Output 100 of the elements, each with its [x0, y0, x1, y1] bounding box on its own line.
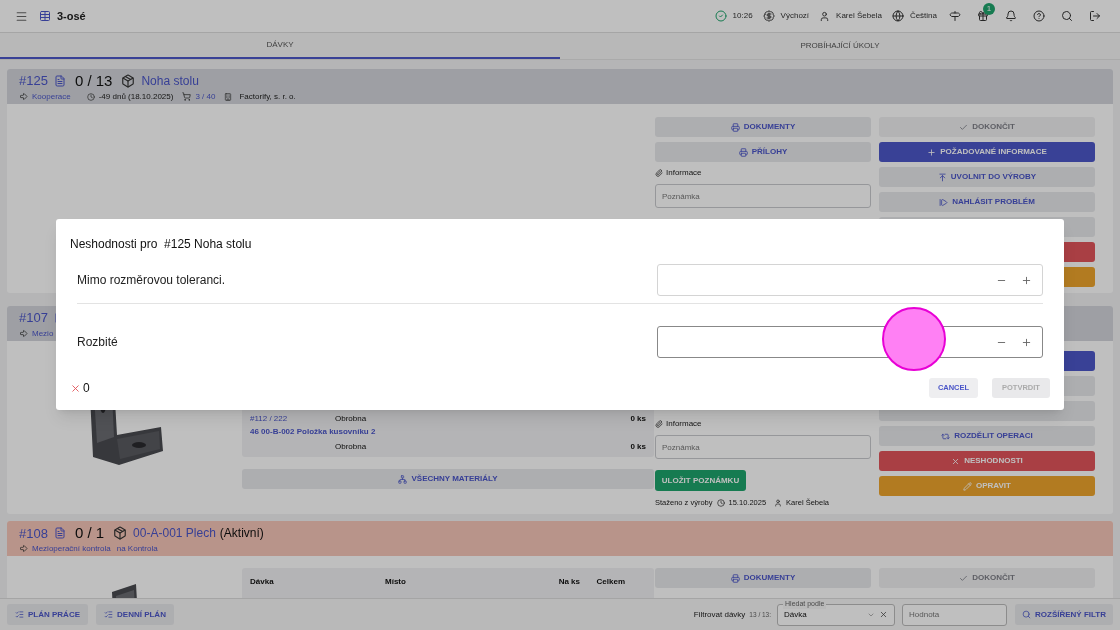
batch-state: (Aktivní)	[219, 525, 264, 543]
action-button[interactable]: UVOLNIT DO VÝROBY	[879, 167, 1095, 187]
advanced-filter-button[interactable]: ROZŠÍŘENÝ FILTR	[1015, 604, 1113, 625]
close-icon	[70, 382, 81, 394]
supplier-text: Factorify, s. r. o.	[239, 90, 296, 103]
table-cell-text: Obrobna	[335, 413, 368, 425]
table-cell[interactable]: #112 / 222	[250, 413, 335, 425]
plus-icon[interactable]	[1021, 336, 1032, 348]
repeat-icon	[941, 431, 951, 441]
defect-label: Mimo rozměrovou toleranci.	[77, 272, 227, 289]
batch-number[interactable]: #107	[19, 308, 48, 328]
paperclip-icon	[655, 169, 663, 177]
column-header: Na ks	[557, 576, 580, 589]
column-header: Místo	[385, 576, 407, 589]
all-materials-button[interactable]: VŠECHNY MATERIÁLY	[242, 469, 654, 489]
notification-badge: 1	[983, 3, 995, 15]
building-icon	[224, 92, 233, 101]
clock-icon	[716, 498, 725, 507]
table-cell: 0 ks	[630, 441, 646, 453]
column-header: Celkem	[595, 576, 625, 589]
batch-count: 0 / 1	[74, 523, 105, 543]
action-button[interactable]: POŽADOVANÉ INFORMACE	[879, 142, 1095, 162]
filter-label: Filtrovat dávky	[693, 608, 746, 621]
value-field[interactable]: Hodnota	[902, 603, 1008, 626]
operation-link[interactable]: Mezioperační kontrola	[32, 542, 111, 555]
check-icon	[959, 573, 969, 583]
batch-count: 0 / 13	[74, 70, 113, 91]
user-icon	[774, 498, 783, 507]
arrow-right-icon	[19, 329, 28, 338]
material-link[interactable]: 46 00-B-002 Položka kusovníku 2	[250, 426, 646, 440]
action-button[interactable]: NAHLÁSIT PROBLÉM	[879, 192, 1095, 212]
signpost-icon[interactable]	[949, 10, 961, 22]
document-icon	[53, 527, 66, 540]
list-icon	[15, 610, 24, 619]
printer-icon	[738, 147, 748, 157]
user-name[interactable]: Karel Šebela	[836, 10, 882, 22]
list-icon	[104, 610, 113, 619]
place-link[interactable]: na Kontrola	[116, 542, 158, 555]
step-forward-icon	[939, 197, 949, 207]
info-label: Informace	[666, 418, 702, 430]
check-circle-icon	[714, 10, 727, 22]
arrow-right-icon	[19, 544, 28, 554]
user-icon[interactable]	[819, 10, 831, 22]
clear-icon[interactable]	[879, 610, 889, 619]
help-icon[interactable]	[1033, 10, 1045, 22]
batch-number[interactable]: #108	[19, 523, 48, 543]
check-icon	[959, 122, 969, 132]
batch-number[interactable]: #125	[19, 71, 48, 91]
printer-icon	[730, 573, 740, 583]
menu-icon[interactable]	[15, 9, 28, 23]
tab[interactable]: PROBÍHAJÍCÍ ÚKOLY	[560, 33, 1120, 59]
clock-icon	[86, 92, 95, 101]
action-button[interactable]: ROZDĚLIT OPERACI	[879, 426, 1095, 446]
note-field[interactable]: Poznámka	[655, 184, 871, 208]
info-label: Informace	[666, 167, 702, 179]
plus-icon[interactable]	[1021, 274, 1032, 286]
printer-icon	[730, 122, 740, 132]
product-link[interactable]: Noha stolu	[141, 72, 199, 90]
plan-button[interactable]: PLÁN PRÁCE	[7, 604, 88, 625]
tab[interactable]: DÁVKY	[0, 33, 560, 59]
product-link[interactable]: 00-A-001 Plech	[133, 524, 216, 543]
plus-icon	[927, 147, 937, 157]
column-header: Dávka	[250, 576, 275, 589]
hierarchy-icon	[398, 474, 408, 484]
globe-icon[interactable]	[891, 10, 904, 22]
action-button[interactable]: NESHODNOSTI	[879, 451, 1095, 471]
save-note-button[interactable]: ULOŽIT POZNÁMKU	[655, 470, 746, 491]
search-icon	[1022, 610, 1032, 619]
table-cell: 0 ks	[630, 413, 646, 425]
operation-link[interactable]: Mezio	[32, 327, 54, 340]
pencil-icon	[963, 481, 972, 491]
upload-icon	[937, 172, 947, 182]
operation-link[interactable]: Kooperace	[32, 90, 71, 103]
bell-icon[interactable]	[1005, 10, 1017, 22]
cart-count[interactable]: 3 / 40	[195, 90, 216, 103]
action-button[interactable]: PŘÍLOHY	[655, 142, 871, 162]
gift-icon[interactable]	[977, 10, 989, 22]
action-button[interactable]: DOKUMENTY	[655, 117, 871, 137]
action-button[interactable]: DOKUMENTY	[655, 568, 871, 589]
close-icon	[951, 456, 961, 466]
plan-button[interactable]: DENNÍ PLÁN	[96, 604, 174, 625]
language-name[interactable]: Čeština	[909, 10, 937, 22]
table-cell-text: Obrobna	[335, 441, 368, 453]
package-icon	[121, 74, 136, 88]
package-icon	[113, 526, 128, 541]
document-icon	[53, 75, 66, 87]
clock-time: 10:26	[732, 10, 753, 22]
search-icon[interactable]	[1061, 10, 1073, 22]
logout-icon[interactable]	[1089, 10, 1101, 22]
deadline-text: -49 dnů (18.10.2025)	[98, 90, 174, 103]
dialog-title: Neshodnosti pro #125 Noha stolu	[69, 236, 253, 251]
arrow-right-icon	[19, 92, 28, 101]
profile-name[interactable]: Výchozí	[780, 10, 810, 22]
cart-icon	[182, 92, 192, 101]
note-field[interactable]: Poznámka	[655, 435, 871, 459]
paperclip-icon	[655, 420, 663, 428]
defect-total: 0	[83, 380, 90, 397]
page-title: 3-osé	[57, 8, 86, 24]
defect-label: Rozbité	[77, 334, 119, 351]
dollar-badge-icon[interactable]	[762, 10, 775, 22]
